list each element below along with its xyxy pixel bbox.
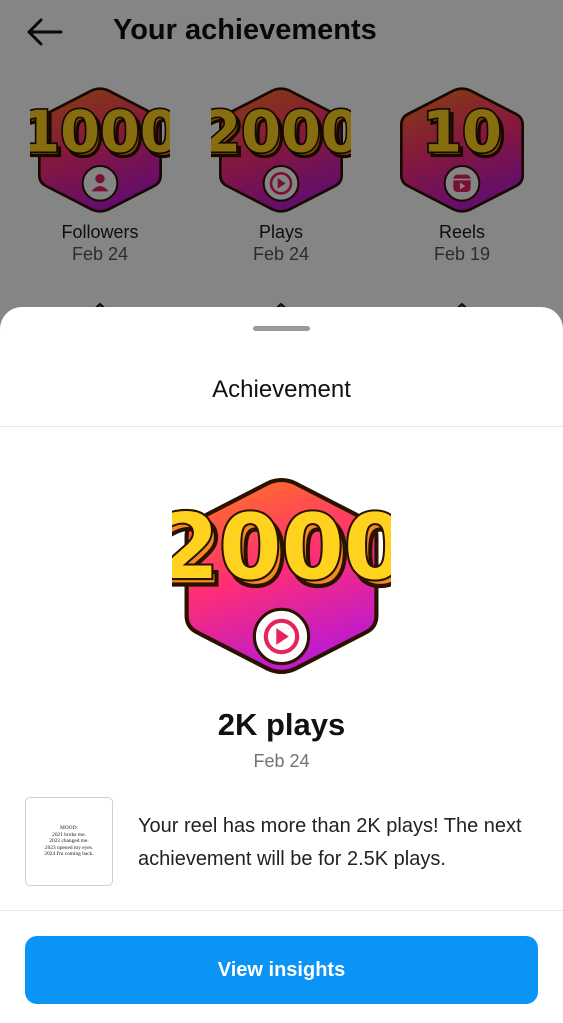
achievement-name: 2K plays xyxy=(217,707,346,742)
reel-thumbnail[interactable]: MOOD: 2021 broke me. 2022 changed me. 20… xyxy=(25,797,113,886)
thumbnail-line: 2024 I'm coming back. xyxy=(44,851,94,858)
play-icon xyxy=(252,607,311,666)
drag-handle[interactable] xyxy=(253,326,310,331)
sheet-title: Achievement xyxy=(212,376,351,403)
achievement-badge-large: 2000 2000 xyxy=(172,471,391,681)
badge-number: 2000 xyxy=(172,496,391,600)
achievement-sheet: Achievement 2000 2000 2K plays Feb 24 MO… xyxy=(0,307,563,1023)
thumbnail-text: MOOD: 2021 broke me. 2022 changed me. 20… xyxy=(29,825,109,858)
view-insights-button[interactable]: View insights xyxy=(25,936,538,1004)
thumbnail-line: 2022 changed me. xyxy=(49,838,89,845)
divider xyxy=(0,426,563,427)
thumbnail-line: MOOD: xyxy=(60,825,78,832)
thumbnail-line: 2021 broke me. xyxy=(52,831,86,838)
achievement-date: Feb 24 xyxy=(253,751,310,771)
thumbnail-line: 2023 opened my eyes. xyxy=(44,844,94,851)
divider xyxy=(0,910,563,911)
achievement-description: Your reel has more than 2K plays! The ne… xyxy=(138,815,522,870)
